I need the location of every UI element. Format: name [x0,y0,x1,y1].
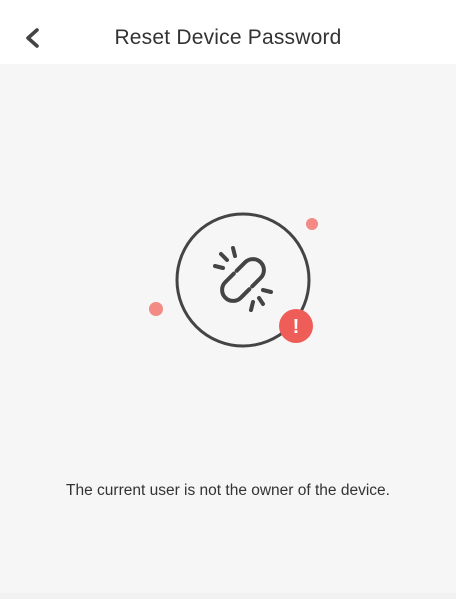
error-message: The current user is not the owner of the… [66,482,390,499]
broken-link-illustration: ! [130,195,340,365]
decorative-dot-top [306,218,318,230]
page-title: Reset Device Password [114,26,342,49]
broken-link-icon [213,246,273,312]
header-bar: Reset Device Password [0,10,456,64]
bottom-strip [0,593,456,599]
status-bar-strip [0,0,456,10]
svg-text:!: ! [293,316,300,338]
exclamation-badge-icon: ! [279,309,313,343]
decorative-dot-left [149,302,163,316]
